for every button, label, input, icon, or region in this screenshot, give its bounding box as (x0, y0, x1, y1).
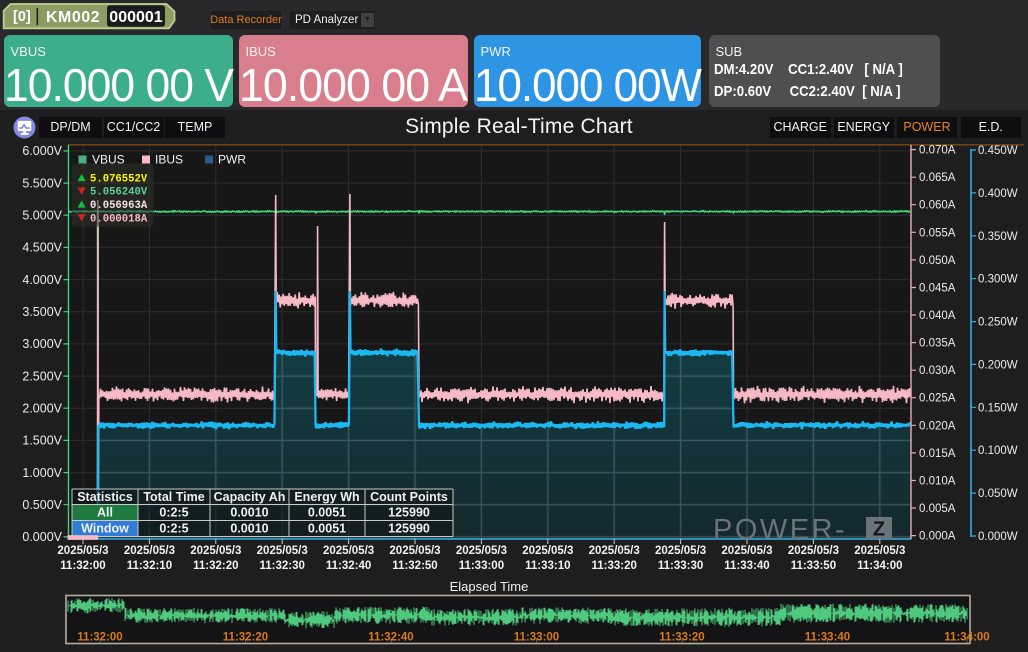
svg-text:0.045A: 0.045A (919, 283, 956, 295)
svg-text:0.025A: 0.025A (919, 393, 956, 405)
svg-text:0.0010: 0.0010 (230, 506, 268, 520)
svg-text:0.055A: 0.055A (919, 227, 956, 239)
svg-text:2025/05/3: 2025/05/3 (389, 545, 440, 557)
svg-text:0.150W: 0.150W (978, 402, 1018, 414)
svg-text:0.035A: 0.035A (919, 338, 956, 350)
svg-text:11:34:00: 11:34:00 (857, 560, 902, 572)
svg-text:2025/05/3: 2025/05/3 (57, 545, 108, 557)
svg-text:0.010A: 0.010A (919, 476, 956, 488)
svg-text:11:33:10: 11:33:10 (525, 560, 570, 572)
svg-text:0.300W: 0.300W (978, 274, 1018, 286)
svg-text:2025/05/3: 2025/05/3 (124, 545, 175, 557)
svg-text:3.000V: 3.000V (22, 337, 62, 351)
svg-text:IBUS: IBUS (155, 153, 183, 167)
svg-text:0.070A: 0.070A (919, 145, 956, 157)
svg-text:3.500V: 3.500V (22, 305, 62, 319)
svg-text:11:32:10: 11:32:10 (127, 560, 172, 572)
svg-text:0.000V: 0.000V (22, 530, 62, 544)
svg-text:11:33:20: 11:33:20 (591, 560, 636, 572)
svg-text:Z: Z (873, 519, 885, 541)
svg-text:1.000V: 1.000V (22, 466, 62, 480)
svg-text:0.040A: 0.040A (919, 310, 956, 322)
svg-text:0.250W: 0.250W (978, 317, 1018, 329)
svg-text:0.100W: 0.100W (978, 445, 1018, 457)
svg-text:11:32:50: 11:32:50 (392, 560, 437, 572)
svg-text:0.000018A: 0.000018A (90, 213, 148, 225)
svg-text:0.056963A: 0.056963A (90, 200, 148, 212)
svg-text:11:32:40: 11:32:40 (326, 560, 371, 572)
svg-text:PWR: PWR (218, 153, 246, 167)
svg-text:0.050W: 0.050W (978, 488, 1018, 500)
svg-text:5.056240V: 5.056240V (90, 187, 148, 199)
svg-text:2025/05/3: 2025/05/3 (788, 545, 839, 557)
svg-text:2025/05/3: 2025/05/3 (323, 545, 374, 557)
svg-text:POWER-: POWER- (713, 514, 847, 546)
svg-text:11:34:00: 11:34:00 (944, 632, 989, 644)
svg-text:2.500V: 2.500V (22, 369, 62, 383)
svg-text:11:33:30: 11:33:30 (658, 560, 703, 572)
svg-text:0.500V: 0.500V (22, 498, 62, 512)
svg-text:2025/05/3: 2025/05/3 (522, 545, 573, 557)
svg-text:0.020A: 0.020A (919, 420, 956, 432)
svg-text:6.000V: 6.000V (22, 144, 62, 158)
svg-text:0.000A: 0.000A (919, 531, 956, 543)
svg-text:0:2:5: 0:2:5 (159, 522, 188, 536)
svg-text:5.076552V: 5.076552V (90, 174, 148, 186)
svg-text:4.500V: 4.500V (22, 241, 62, 255)
svg-text:Count Points: Count Points (370, 490, 448, 504)
svg-text:11:33:40: 11:33:40 (724, 560, 769, 572)
svg-text:0.0051: 0.0051 (308, 506, 346, 520)
svg-text:0.0010: 0.0010 (230, 522, 268, 536)
svg-text:11:32:00: 11:32:00 (60, 560, 105, 572)
svg-text:Total Time: Total Time (143, 490, 204, 504)
svg-text:11:33:50: 11:33:50 (791, 560, 836, 572)
svg-text:Elapsed Time: Elapsed Time (450, 579, 529, 594)
svg-text:5.500V: 5.500V (22, 176, 62, 190)
svg-text:Window: Window (81, 522, 129, 536)
svg-text:11:33:00: 11:33:00 (459, 560, 504, 572)
svg-text:11:32:00: 11:32:00 (77, 632, 122, 644)
svg-text:11:33:20: 11:33:20 (659, 632, 704, 644)
svg-text:Statistics: Statistics (77, 490, 133, 504)
svg-text:0.000W: 0.000W (978, 531, 1018, 543)
svg-text:11:32:20: 11:32:20 (193, 560, 238, 572)
svg-text:2025/05/3: 2025/05/3 (589, 545, 640, 557)
svg-text:11:32:30: 11:32:30 (259, 560, 304, 572)
svg-text:125990: 125990 (388, 522, 430, 536)
svg-text:0.350W: 0.350W (978, 231, 1018, 243)
svg-text:11:32:40: 11:32:40 (368, 632, 413, 644)
svg-text:0.200W: 0.200W (978, 359, 1018, 371)
svg-text:125990: 125990 (388, 506, 430, 520)
svg-text:0.030A: 0.030A (919, 365, 956, 377)
svg-text:0.050A: 0.050A (919, 255, 956, 267)
svg-text:11:33:00: 11:33:00 (514, 632, 559, 644)
svg-text:Energy Wh: Energy Wh (294, 490, 359, 504)
svg-text:0.0051: 0.0051 (308, 522, 346, 536)
svg-text:0.400W: 0.400W (978, 188, 1018, 200)
svg-text:2025/05/3: 2025/05/3 (721, 545, 772, 557)
svg-text:0.015A: 0.015A (919, 448, 956, 460)
svg-text:0.450W: 0.450W (978, 145, 1018, 157)
svg-text:2.000V: 2.000V (22, 401, 62, 415)
svg-text:2025/05/3: 2025/05/3 (456, 545, 507, 557)
svg-text:Capacity Ah: Capacity Ah (214, 490, 286, 504)
svg-text:11:32:20: 11:32:20 (223, 632, 268, 644)
svg-text:0.065A: 0.065A (919, 172, 956, 184)
svg-text:0:2:5: 0:2:5 (159, 506, 188, 520)
svg-text:4.000V: 4.000V (22, 273, 62, 287)
svg-text:11:33:40: 11:33:40 (805, 632, 850, 644)
svg-text:1.500V: 1.500V (22, 434, 62, 448)
svg-text:All: All (97, 506, 113, 520)
svg-text:0.005A: 0.005A (919, 503, 956, 515)
svg-text:5.000V: 5.000V (22, 208, 62, 222)
svg-text:0.060A: 0.060A (919, 200, 956, 212)
svg-text:2025/05/3: 2025/05/3 (257, 545, 308, 557)
svg-text:2025/05/3: 2025/05/3 (190, 545, 241, 557)
svg-text:2025/05/3: 2025/05/3 (655, 545, 706, 557)
svg-text:2025/05/3: 2025/05/3 (854, 545, 905, 557)
